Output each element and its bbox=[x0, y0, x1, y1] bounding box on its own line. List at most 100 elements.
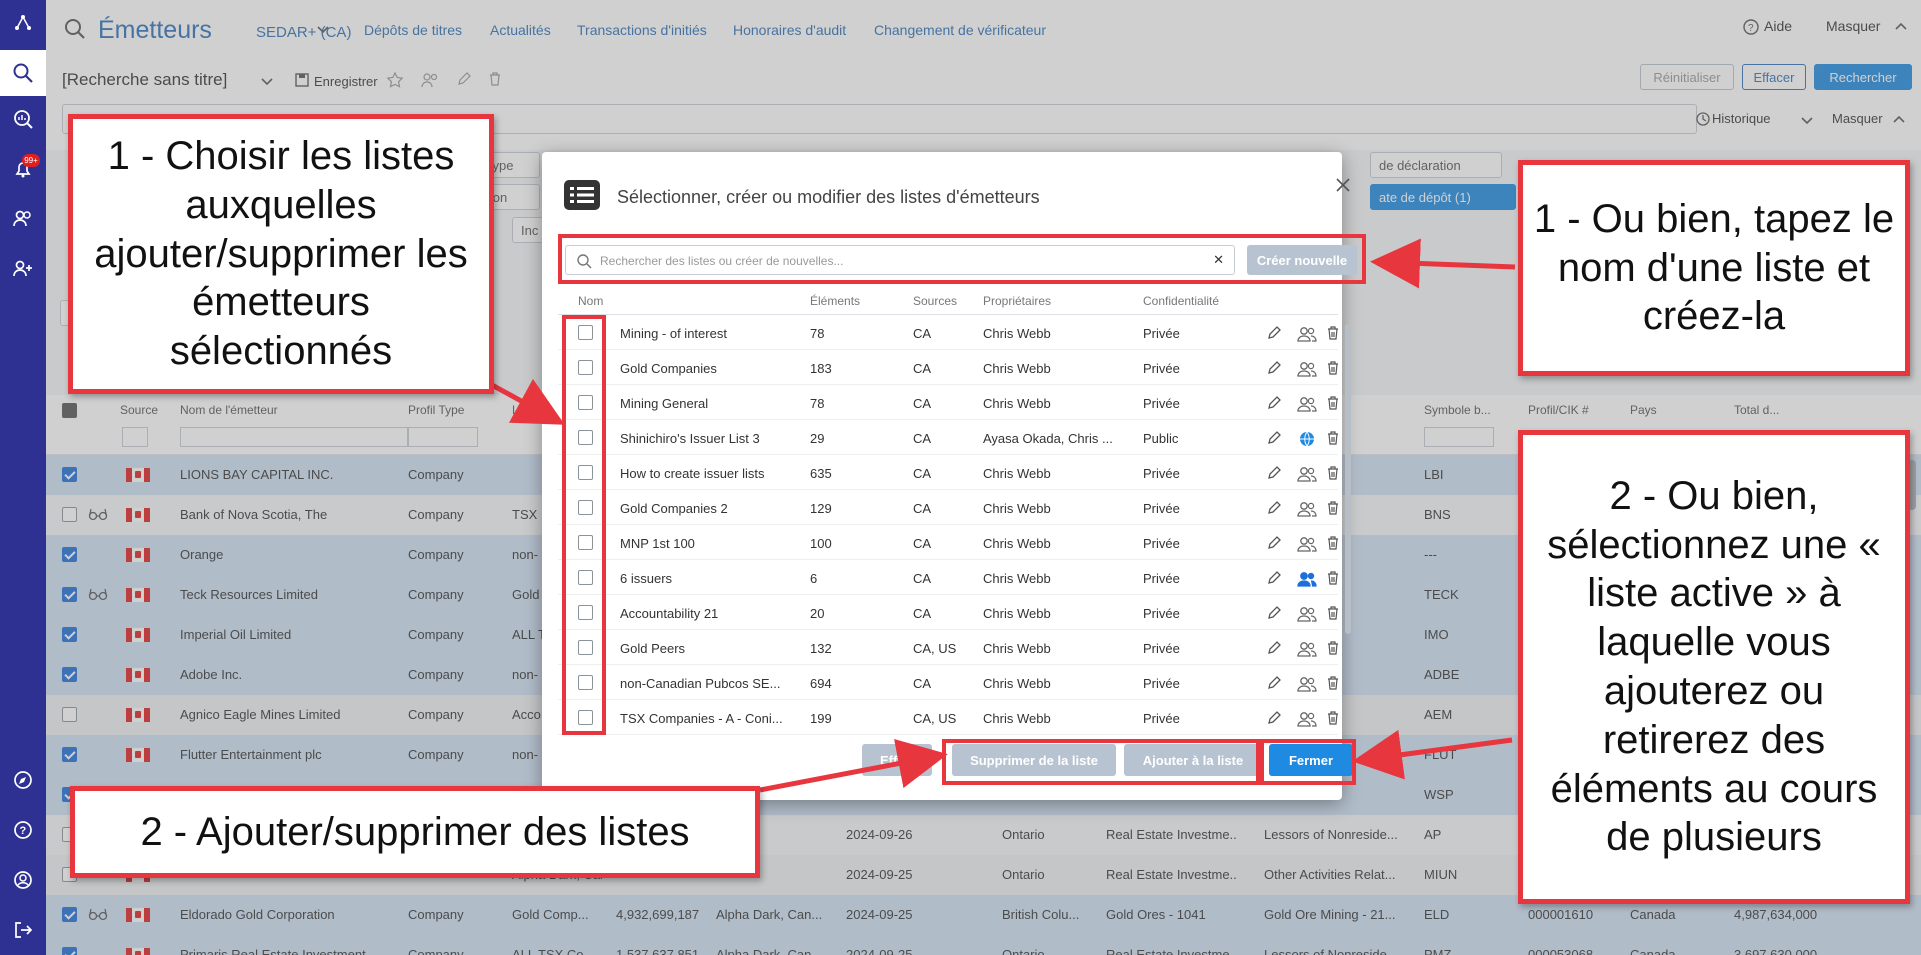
edit-icon[interactable] bbox=[1266, 360, 1282, 379]
modal-list-row[interactable]: Gold Companies 2 129 CA Chris Webb Privée bbox=[558, 490, 1338, 525]
help-rail-icon[interactable]: ? bbox=[0, 807, 46, 853]
annotation-left: 1 - Choisir les listes auxquelles ajoute… bbox=[68, 114, 494, 394]
edit-icon[interactable] bbox=[1266, 605, 1282, 624]
share-people-icon[interactable] bbox=[1296, 675, 1318, 696]
account-icon[interactable] bbox=[0, 857, 46, 903]
list-name[interactable]: Mining - of interest bbox=[620, 326, 802, 341]
list-owners: Ayasa Okada, Chris ... bbox=[983, 431, 1113, 446]
list-name[interactable]: non-Canadian Pubcos SE... bbox=[620, 676, 802, 691]
modal-list-row[interactable]: MNP 1st 100 100 CA Chris Webb Privée bbox=[558, 525, 1338, 560]
list-name[interactable]: How to create issuer lists bbox=[620, 466, 802, 481]
list-owners: Chris Webb bbox=[983, 466, 1051, 481]
svg-text:?: ? bbox=[20, 825, 27, 837]
trash-icon[interactable] bbox=[1326, 710, 1340, 729]
list-privacy: Privée bbox=[1143, 466, 1180, 481]
edit-icon[interactable] bbox=[1266, 640, 1282, 659]
trash-icon[interactable] bbox=[1326, 570, 1340, 589]
trash-icon[interactable] bbox=[1326, 640, 1340, 659]
modal-list-row[interactable]: Gold Peers 132 CA, US Chris Webb Privée bbox=[558, 630, 1338, 665]
trash-icon[interactable] bbox=[1326, 605, 1340, 624]
trash-icon[interactable] bbox=[1326, 675, 1340, 694]
share-people-icon[interactable] bbox=[1296, 640, 1318, 661]
add-user-icon[interactable] bbox=[0, 246, 46, 292]
modal-title: Sélectionner, créer ou modifier des list… bbox=[617, 187, 1040, 207]
trash-icon[interactable] bbox=[1326, 430, 1340, 449]
modal-list-row[interactable]: Gold Companies 183 CA Chris Webb Privée bbox=[558, 350, 1338, 385]
list-name[interactable]: Mining General bbox=[620, 396, 802, 411]
modal-list-row[interactable]: Accountability 21 20 CA Chris Webb Privée bbox=[558, 595, 1338, 630]
modal-list-row[interactable]: Mining General 78 CA Chris Webb Privée bbox=[558, 385, 1338, 420]
share-people-icon[interactable] bbox=[1296, 395, 1318, 416]
modal-scrollbar[interactable] bbox=[1345, 324, 1351, 634]
list-icon bbox=[564, 180, 600, 213]
list-owners: Chris Webb bbox=[983, 606, 1051, 621]
share-people-icon[interactable] bbox=[1296, 500, 1318, 521]
list-owners: Chris Webb bbox=[983, 396, 1051, 411]
edit-icon[interactable] bbox=[1266, 675, 1282, 694]
list-name[interactable]: Gold Peers bbox=[620, 641, 802, 656]
users-icon[interactable] bbox=[0, 196, 46, 242]
share-people-icon[interactable] bbox=[1296, 535, 1318, 556]
globe-icon[interactable] bbox=[1298, 430, 1316, 451]
list-sources: CA bbox=[913, 676, 932, 691]
list-sources: CA bbox=[913, 466, 932, 481]
modal-list-row[interactable]: Mining - of interest 78 CA Chris Webb Privée bbox=[558, 315, 1338, 350]
search-rail-icon[interactable] bbox=[0, 50, 46, 96]
edit-icon[interactable] bbox=[1266, 570, 1282, 589]
modal-clear-button[interactable]: Effa bbox=[862, 744, 932, 776]
trash-icon[interactable] bbox=[1326, 360, 1340, 379]
col-nom[interactable]: Nom bbox=[578, 294, 603, 308]
modal-list-row[interactable]: non-Canadian Pubcos SE... 694 CA Chris Webb… bbox=[558, 665, 1338, 700]
analytics-icon[interactable] bbox=[0, 96, 46, 142]
modal-list-row[interactable]: 6 issuers 6 CA Chris Webb Privée bbox=[558, 560, 1338, 595]
edit-icon[interactable] bbox=[1266, 325, 1282, 344]
list-sources: CA, US bbox=[913, 641, 957, 656]
share-people-icon[interactable] bbox=[1296, 710, 1318, 731]
trash-icon[interactable] bbox=[1326, 500, 1340, 519]
edit-icon[interactable] bbox=[1266, 535, 1282, 554]
list-count: 183 bbox=[810, 361, 832, 376]
col-elements[interactable]: Éléments bbox=[810, 294, 860, 308]
app-logo-icon[interactable] bbox=[0, 0, 46, 46]
list-name[interactable]: Shinichiro's Issuer List 3 bbox=[620, 431, 802, 446]
edit-icon[interactable] bbox=[1266, 430, 1282, 449]
edit-icon[interactable] bbox=[1266, 500, 1282, 519]
logout-icon[interactable] bbox=[0, 907, 46, 953]
modal-list-row[interactable]: How to create issuer lists 635 CA Chris Web… bbox=[558, 455, 1338, 490]
list-name[interactable]: MNP 1st 100 bbox=[620, 536, 802, 551]
list-owners: Chris Webb bbox=[983, 641, 1051, 656]
edit-icon[interactable] bbox=[1266, 710, 1282, 729]
list-name[interactable]: 6 issuers bbox=[620, 571, 802, 586]
edit-icon[interactable] bbox=[1266, 465, 1282, 484]
list-count: 129 bbox=[810, 501, 832, 516]
col-privacy[interactable]: Confidentialité bbox=[1143, 294, 1219, 308]
list-sources: CA bbox=[913, 326, 932, 341]
col-owners[interactable]: Propriétaires bbox=[983, 294, 1051, 308]
bell-icon[interactable] bbox=[0, 146, 46, 192]
list-sources: CA bbox=[913, 501, 932, 516]
trash-icon[interactable] bbox=[1326, 535, 1340, 554]
edit-icon[interactable] bbox=[1266, 395, 1282, 414]
trash-icon[interactable] bbox=[1326, 395, 1340, 414]
share-people-icon[interactable] bbox=[1296, 465, 1318, 486]
share-people-icon[interactable] bbox=[1296, 325, 1318, 346]
list-privacy: Privée bbox=[1143, 571, 1180, 586]
list-count: 100 bbox=[810, 536, 832, 551]
list-name[interactable]: TSX Companies - A - Coni... bbox=[620, 711, 802, 726]
list-name[interactable]: Accountability 21 bbox=[620, 606, 802, 621]
list-name[interactable]: Gold Companies 2 bbox=[620, 501, 802, 516]
trash-icon[interactable] bbox=[1326, 465, 1340, 484]
compass-icon[interactable] bbox=[0, 757, 46, 803]
share-people-icon[interactable] bbox=[1296, 605, 1318, 626]
list-sources: CA bbox=[913, 396, 932, 411]
col-sources[interactable]: Sources bbox=[913, 294, 957, 308]
share-people-icon[interactable] bbox=[1296, 360, 1318, 381]
list-name[interactable]: Gold Companies bbox=[620, 361, 802, 376]
list-privacy: Privée bbox=[1143, 641, 1180, 656]
modal-list-row[interactable]: Shinichiro's Issuer List 3 29 CA Ayasa Okad… bbox=[558, 420, 1338, 455]
share-people-icon[interactable] bbox=[1296, 570, 1318, 591]
modal-list-row[interactable]: TSX Companies - A - Coni... 199 CA, US Chri… bbox=[558, 700, 1338, 735]
trash-icon[interactable] bbox=[1326, 325, 1340, 344]
list-sources: CA bbox=[913, 431, 932, 446]
close-icon[interactable] bbox=[1335, 177, 1351, 196]
